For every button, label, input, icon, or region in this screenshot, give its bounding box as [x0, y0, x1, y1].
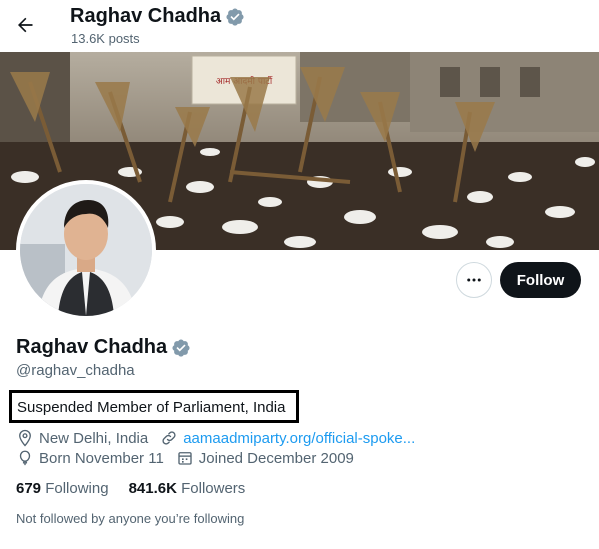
header-title: Raghav Chadha	[70, 5, 245, 28]
follow-button[interactable]: Follow	[500, 262, 581, 298]
profile-name: Raghav Chadha	[16, 336, 191, 359]
more-options-button[interactable]	[456, 262, 492, 298]
location-item: New Delhi, India	[16, 429, 148, 447]
following-stat[interactable]: 679 Following	[16, 480, 109, 497]
calendar-icon	[178, 452, 192, 465]
more-dots-icon	[467, 278, 481, 282]
verified-badge-icon[interactable]	[171, 338, 191, 358]
birthday-item: Born November 11	[16, 449, 164, 467]
link-icon	[162, 431, 176, 445]
followers-stat[interactable]: 841.6K Followers	[129, 480, 246, 497]
balloon-icon	[19, 450, 31, 466]
profile-name-text: Raghav Chadha	[16, 336, 168, 358]
post-count: 13.6K posts	[71, 31, 140, 46]
location-pin-icon	[19, 429, 31, 447]
followers-count: 841.6K	[128, 480, 182, 497]
profile-meta-row-1: New Delhi, India aamaadmiparty.org/offic…	[16, 429, 427, 447]
website-link[interactable]: aamaadmiparty.org/official-spoke...	[183, 430, 415, 447]
follow-stats: 679 Following 841.6K Followers	[16, 480, 245, 497]
following-label: Following	[45, 480, 109, 497]
back-arrow-icon	[18, 17, 33, 33]
followers-label: Followers	[181, 480, 246, 497]
location-text: New Delhi, India	[39, 429, 149, 447]
profile-meta-row-2: Born November 11 Joined December 2009	[16, 449, 366, 467]
profile-bio: Suspended Member of Parliament, India	[9, 390, 299, 423]
joined-item: Joined December 2009	[176, 449, 354, 467]
profile-avatar[interactable]	[16, 180, 156, 320]
profile-handle: @raghav_chadha	[16, 362, 135, 379]
mutual-followers-note: Not followed by anyone you’re following	[16, 511, 245, 526]
avatar-photo	[20, 184, 152, 316]
following-count: 679	[16, 480, 46, 497]
birthday-text: Born November 11	[39, 449, 164, 467]
header-name-text: Raghav Chadha	[70, 5, 222, 27]
back-button[interactable]	[8, 8, 42, 42]
website-item[interactable]: aamaadmiparty.org/official-spoke...	[160, 429, 415, 447]
joined-text: Joined December 2009	[198, 449, 354, 467]
verified-badge-icon	[226, 7, 244, 26]
top-bar: Raghav Chadha 13.6K posts	[0, 0, 599, 52]
